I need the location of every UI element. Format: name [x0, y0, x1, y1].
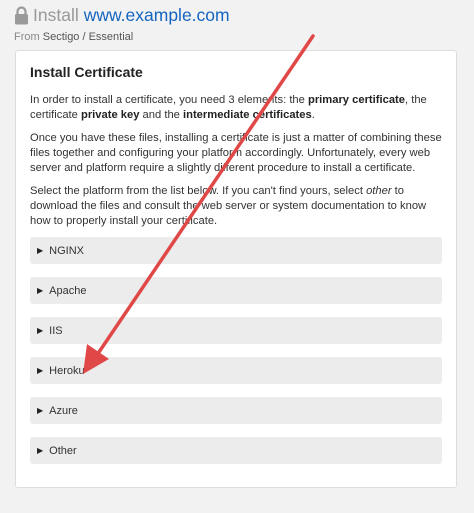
platform-label: Other: [49, 444, 77, 457]
caret-right-icon: ▶: [37, 286, 44, 295]
caret-right-icon: ▶: [37, 406, 44, 415]
caret-right-icon: ▶: [37, 366, 44, 375]
primary-certificate-term: primary certificate: [307, 94, 405, 106]
page-title: Install www.example.com: [14, 4, 230, 26]
platform-label: NGINX: [49, 244, 84, 257]
intro-text-4: .: [311, 109, 315, 121]
title-domain-link[interactable]: www.example.com: [84, 5, 230, 26]
platform-list: ▶ NGINX ▶ Apache ▶ IIS ▶ Heroku ▶ Azure …: [30, 237, 442, 477]
platform-label: IIS: [49, 324, 63, 337]
install-certificate-card: Install Certificate In order to install …: [15, 50, 457, 488]
caret-right-icon: ▶: [37, 446, 44, 455]
caret-right-icon: ▶: [37, 326, 44, 335]
platform-label: Apache: [49, 284, 87, 297]
page-header: Install www.example.com From Sectigo / E…: [14, 4, 230, 44]
platform-item-heroku[interactable]: ▶ Heroku: [30, 357, 442, 384]
intermediate-certificates-term: intermediate certificates: [183, 109, 312, 121]
select-text-1: Select the platform from the list below.…: [30, 185, 367, 197]
platform-label: Azure: [49, 404, 78, 417]
intro-text-3: and the: [139, 109, 183, 121]
platform-label: Heroku: [49, 364, 85, 377]
caret-right-icon: ▶: [37, 246, 44, 255]
breadcrumb: From Sectigo / Essential: [14, 31, 230, 43]
from-label: From: [14, 31, 40, 43]
card-content: Install Certificate In order to install …: [30, 64, 442, 237]
platform-item-apache[interactable]: ▶ Apache: [30, 277, 442, 304]
title-install-label: Install: [33, 4, 79, 25]
select-platform-paragraph: Select the platform from the list below.…: [30, 184, 442, 229]
intro-paragraph: In order to install a certificate, you n…: [30, 93, 442, 123]
platform-item-nginx[interactable]: ▶ NGINX: [30, 237, 442, 264]
lock-icon: [15, 5, 28, 24]
platform-item-iis[interactable]: ▶ IIS: [30, 317, 442, 344]
private-key-term: private key: [80, 109, 140, 121]
other-term: other: [366, 185, 392, 197]
intro-text-1: In order to install a certificate, you n…: [30, 94, 308, 106]
platform-item-other[interactable]: ▶ Other: [30, 437, 442, 464]
card-title: Install Certificate: [30, 64, 143, 80]
combining-paragraph: Once you have these files, installing a …: [30, 132, 442, 174]
breadcrumb-text[interactable]: Sectigo / Essential: [43, 31, 134, 43]
platform-item-azure[interactable]: ▶ Azure: [30, 397, 442, 424]
